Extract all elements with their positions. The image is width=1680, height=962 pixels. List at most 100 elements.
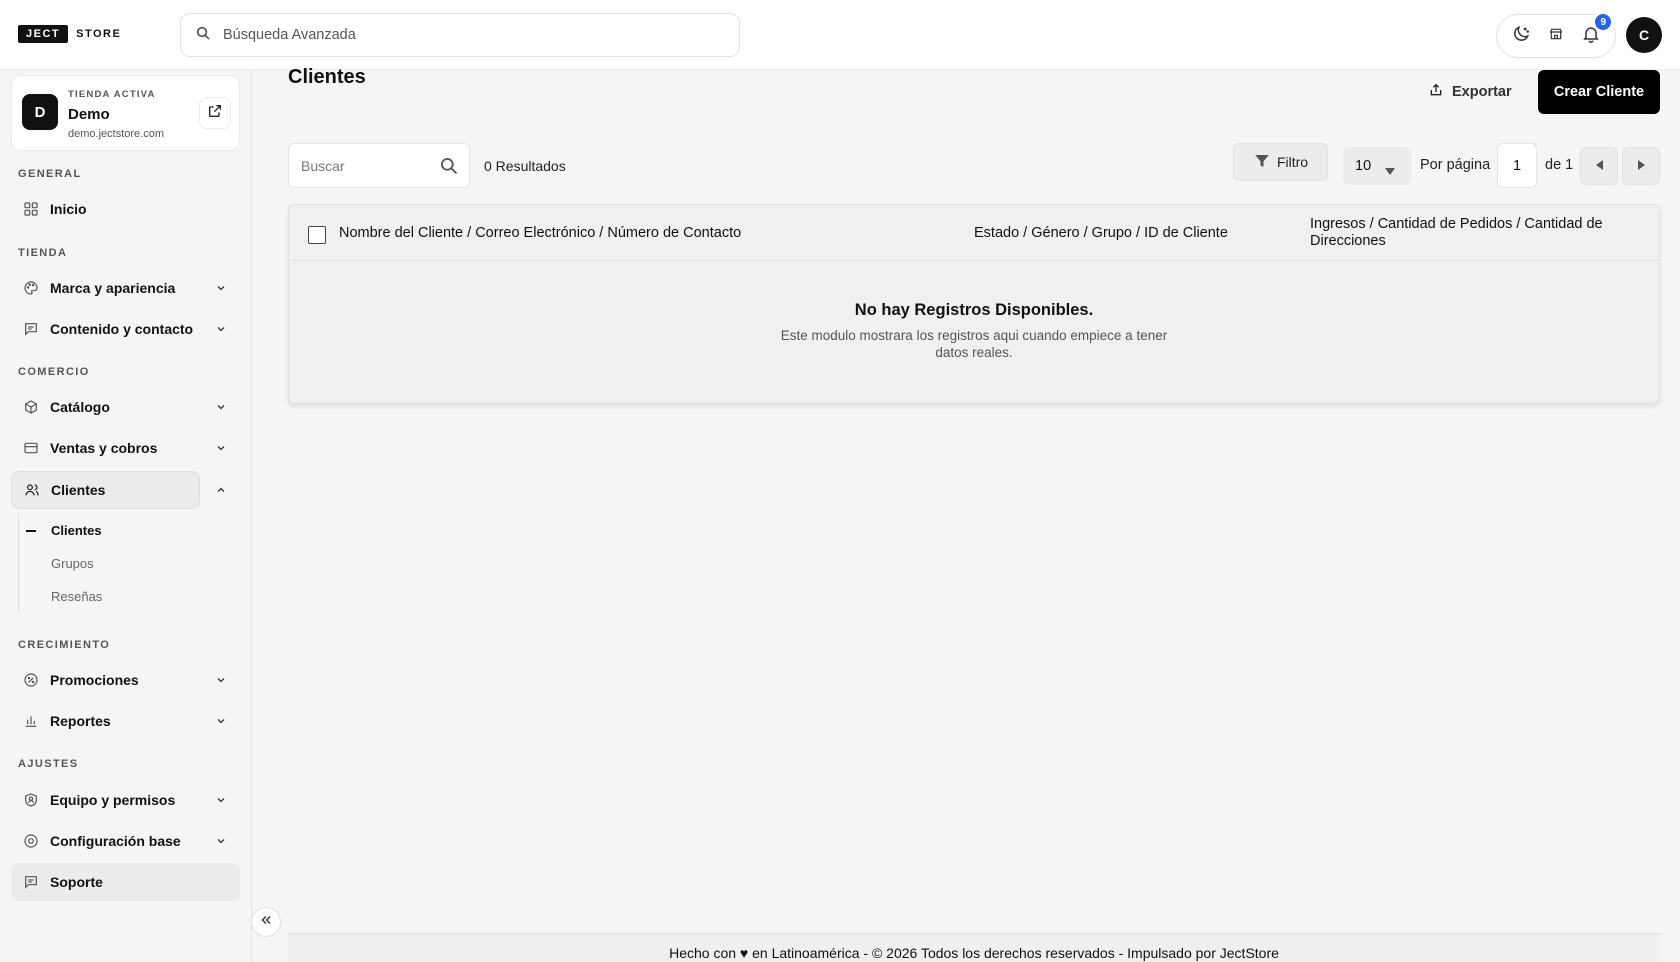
top-actions: 9 (1496, 12, 1616, 58)
chevron-down-icon (215, 441, 227, 457)
table-header: Nombre del Cliente / Correo Electrónico … (289, 205, 1659, 261)
previous-page-button[interactable] (1580, 147, 1618, 185)
per-page-label: Por página (1420, 157, 1491, 173)
discount-icon (22, 671, 40, 689)
store-name: Demo (68, 106, 110, 123)
per-page-select[interactable]: 10 (1343, 147, 1411, 185)
page-title: Clientes (288, 66, 366, 88)
sidebar-item-marca[interactable]: Marca y apariencia (11, 269, 240, 307)
section-tienda: TIENDA (18, 247, 68, 259)
sidebar-item-label: Reportes (50, 713, 111, 729)
store-icon (1548, 26, 1564, 47)
caret-down-icon (1385, 163, 1395, 179)
sidebar-item-equipo[interactable]: Equipo y permisos (11, 781, 240, 819)
chevron-down-icon (215, 673, 227, 689)
store-url: demo.jectstore.com (68, 128, 164, 140)
sidebar-item-label: Promociones (50, 672, 139, 688)
sidebar-item-label: Inicio (50, 201, 87, 217)
users-icon (23, 481, 41, 499)
package-icon (22, 398, 40, 416)
submenu-item-resenas[interactable]: Reseñas (19, 580, 218, 613)
export-label: Exportar (1452, 84, 1512, 100)
shield-user-icon (22, 791, 40, 809)
sidebar-item-inicio[interactable]: Inicio (11, 190, 240, 228)
section-ajustes: AJUSTES (18, 758, 79, 770)
sidebar-item-label: Configuración base (50, 833, 181, 849)
chevron-down-icon (215, 793, 227, 809)
clientes-submenu: Clientes Grupos Reseñas (18, 514, 218, 613)
moon-icon (1511, 24, 1531, 49)
palette-icon (22, 279, 40, 297)
page-total-label: de 1 (1545, 157, 1574, 173)
page-number-input[interactable]: 1 (1497, 143, 1537, 188)
filter-icon (1253, 152, 1271, 173)
sidebar-item-label: Soporte (50, 874, 103, 890)
chevron-down-icon (215, 400, 227, 416)
section-crecimiento: CRECIMIENTO (18, 639, 111, 651)
sidebar-item-catalogo[interactable]: Catálogo (11, 388, 240, 426)
sidebar-item-contenido[interactable]: Contenido y contacto (11, 310, 240, 348)
open-store-button[interactable] (199, 97, 231, 129)
sidebar-item-soporte[interactable]: Soporte (11, 863, 240, 901)
column-header-revenue[interactable]: Ingresos / Cantidad de Pedidos / Cantida… (1310, 216, 1630, 250)
caret-right-icon (1637, 157, 1645, 175)
create-client-button[interactable]: Crear Cliente (1538, 70, 1660, 114)
filter-label: Filtro (1276, 154, 1309, 170)
external-link-icon (207, 103, 223, 124)
caret-left-icon (1595, 157, 1603, 175)
notifications-badge: 9 (1593, 12, 1614, 32)
chevron-down-icon (215, 834, 227, 850)
select-all-checkbox[interactable] (308, 226, 326, 244)
submenu-item-label: Reseñas (51, 589, 103, 604)
chevrons-left-icon (259, 913, 273, 932)
column-header-status[interactable]: Estado / Género / Grupo / ID de Cliente (974, 225, 1228, 242)
logo-mark: JECT (18, 25, 69, 43)
search-icon[interactable] (439, 156, 459, 181)
collapse-sidebar-button[interactable] (251, 907, 281, 937)
message-icon (22, 320, 40, 338)
dark-mode-toggle[interactable] (1505, 20, 1537, 52)
sidebar: D TIENDA ACTIVA Demo demo.jectstore.com … (0, 70, 252, 962)
client-search-input[interactable] (301, 157, 431, 174)
client-search[interactable] (288, 143, 470, 188)
sidebar-item-ventas[interactable]: Ventas y cobros (11, 429, 240, 467)
empty-state-subtitle: Este modulo mostrara los registros aqui … (780, 328, 1168, 360)
advanced-search[interactable] (180, 13, 740, 57)
filter-button[interactable]: Filtro (1233, 143, 1328, 181)
sidebar-item-label: Clientes (51, 482, 106, 498)
sidebar-item-label: Catálogo (50, 399, 110, 415)
column-header-client[interactable]: Nombre del Cliente / Correo Electrónico … (339, 225, 741, 242)
grid-icon (22, 200, 40, 218)
submenu-item-label: Clientes (51, 523, 102, 538)
logo-text: STORE (76, 28, 122, 40)
sidebar-item-promociones[interactable]: Promociones (11, 661, 240, 699)
clients-table: Nombre del Cliente / Correo Electrónico … (288, 204, 1660, 404)
chevron-up-icon[interactable] (215, 483, 227, 501)
storefront-button[interactable] (1540, 20, 1572, 52)
settings-icon (22, 832, 40, 850)
logo[interactable]: JECT STORE (18, 25, 121, 43)
sidebar-item-clientes[interactable]: Clientes (11, 471, 200, 509)
section-general: GENERAL (18, 168, 82, 180)
submenu-item-grupos[interactable]: Grupos (19, 547, 218, 580)
notifications-button[interactable]: 9 (1575, 12, 1614, 52)
search-icon (195, 25, 211, 46)
per-page-value: 10 (1355, 158, 1372, 174)
advanced-search-input[interactable] (223, 27, 703, 43)
credit-card-icon (22, 439, 40, 457)
results-count: 0 Resultados (484, 158, 566, 174)
sidebar-item-label: Equipo y permisos (50, 792, 176, 808)
sidebar-item-reportes[interactable]: Reportes (11, 702, 240, 740)
sidebar-item-label: Marca y apariencia (50, 280, 176, 296)
sidebar-item-config[interactable]: Configuración base (11, 822, 240, 860)
user-avatar[interactable]: C (1626, 17, 1662, 53)
bar-chart-icon (22, 712, 40, 730)
next-page-button[interactable] (1622, 147, 1660, 185)
sidebar-item-label: Ventas y cobros (50, 440, 158, 456)
section-comercio: COMERCIO (18, 366, 90, 378)
footer: Hecho con ♥ en Latinoamérica - © 2026 To… (288, 933, 1660, 962)
export-button[interactable]: Exportar (1414, 70, 1526, 114)
submenu-item-clientes[interactable]: Clientes (19, 514, 218, 547)
upload-icon (1428, 82, 1444, 102)
top-bar: JECT STORE 9 C (0, 0, 1680, 70)
